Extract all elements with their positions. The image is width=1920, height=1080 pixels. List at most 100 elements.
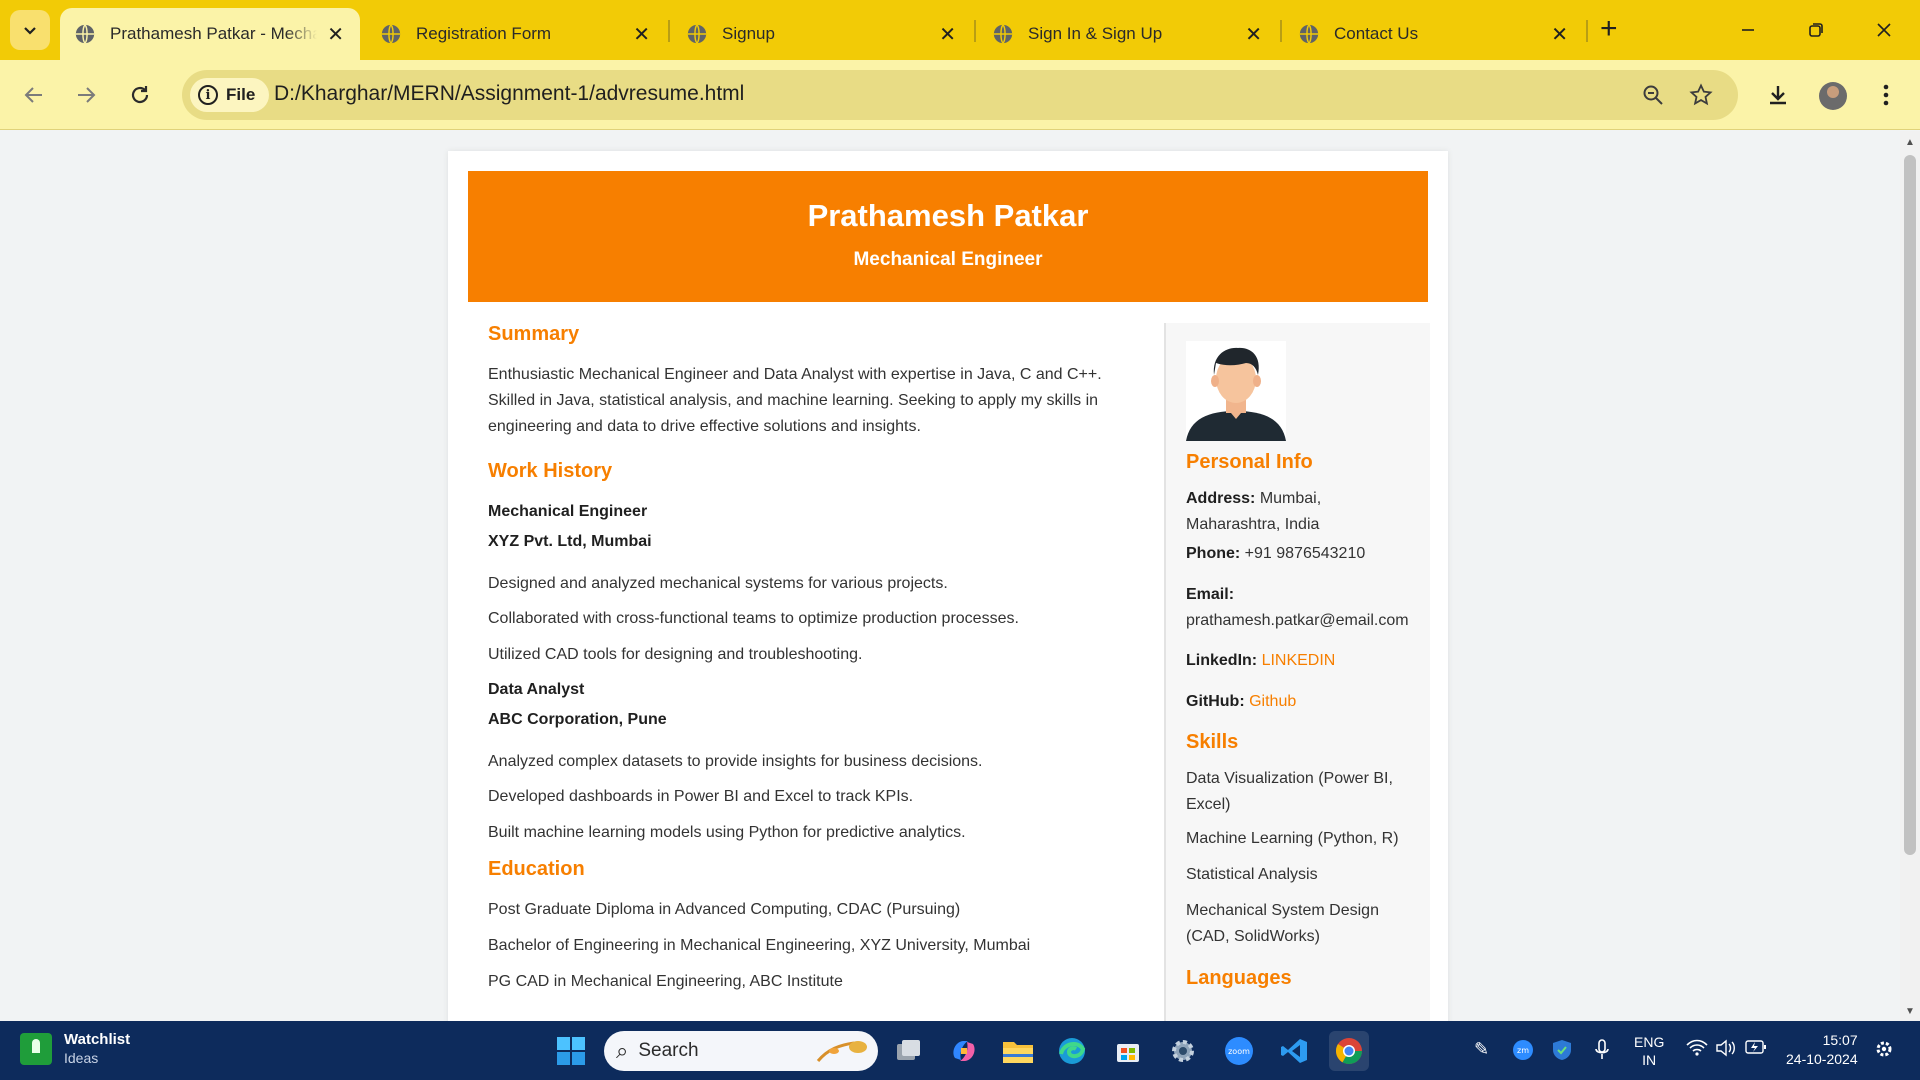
watchlist-widget[interactable]: Watchlist Ideas	[20, 1031, 130, 1066]
tab-signup[interactable]: Signup ✕	[672, 8, 972, 60]
email-value: prathamesh.patkar@email.com	[1186, 612, 1409, 629]
bing-highlight-icon	[816, 1041, 867, 1062]
pen-icon[interactable]: ✎	[1474, 1039, 1489, 1060]
zoom-app-button[interactable]: zoom	[1219, 1031, 1259, 1071]
gear-icon	[1172, 1040, 1194, 1062]
chevron-down-icon	[24, 27, 36, 35]
star-icon	[1689, 83, 1713, 106]
address-line: Address: Mumbai, Maharashtra, India	[1186, 486, 1418, 538]
widget-subtitle: Ideas	[64, 1050, 99, 1066]
list-item: Developed dashboards in Power BI and Exc…	[488, 788, 914, 805]
scrollbar-thumb[interactable]	[1904, 155, 1916, 855]
globe-icon	[687, 24, 707, 44]
new-tab-button[interactable]: +	[1600, 14, 1618, 44]
resume-header: Prathamesh Patkar Mechanical Engineer	[468, 171, 1428, 302]
taskbar-search[interactable]: ⌕ Search	[604, 1031, 878, 1071]
tab-separator	[1280, 20, 1282, 42]
list-item: Statistical Analysis	[1186, 866, 1318, 883]
zoom-tray-icon[interactable]: zm	[1512, 1039, 1534, 1066]
battery-icon[interactable]	[1745, 1039, 1767, 1060]
globe-icon	[75, 24, 95, 44]
tab-separator	[668, 20, 670, 42]
address-label: Address:	[1186, 490, 1256, 507]
tab-title: Sign In & Sign Up	[1028, 24, 1163, 43]
zoom-icon[interactable]	[1638, 80, 1668, 110]
store-button[interactable]	[1108, 1031, 1148, 1071]
watchlist-icon	[20, 1032, 52, 1065]
list-item: Built machine learning models using Pyth…	[488, 824, 966, 841]
linkedin-line: LinkedIn: LINKEDIN	[1186, 648, 1418, 674]
svg-text:zoom: zoom	[1228, 1047, 1250, 1056]
restore-button[interactable]	[1796, 10, 1836, 50]
file-explorer-button[interactable]	[998, 1031, 1038, 1071]
scroll-up-arrow-icon[interactable]: ▲	[1905, 137, 1915, 148]
job-title: Mechanical Engineer	[488, 503, 648, 520]
tab-title: Registration Form	[416, 24, 552, 43]
zoom-icon: zoom	[1225, 1037, 1253, 1065]
site-info-chip[interactable]: i File	[190, 78, 270, 112]
search-placeholder: Search	[638, 1040, 699, 1061]
tab-title: Contact Us	[1334, 24, 1419, 43]
edge-browser-button[interactable]	[1052, 1031, 1092, 1071]
github-line: GitHub: Github	[1186, 689, 1418, 715]
close-icon[interactable]: ✕	[939, 22, 956, 47]
globe-icon	[993, 24, 1013, 44]
bookmark-star-icon[interactable]	[1686, 80, 1716, 110]
microphone-icon[interactable]	[1594, 1039, 1610, 1066]
copilot-icon	[953, 1041, 975, 1061]
wifi-icon[interactable]	[1686, 1039, 1708, 1062]
globe-icon	[381, 24, 401, 44]
tab-sign-in-sign-up[interactable]: Sign In & Sign Up ✕	[978, 8, 1278, 60]
back-button[interactable]	[14, 75, 54, 115]
close-icon[interactable]: ✕	[327, 22, 344, 47]
search-icon: ⌕	[616, 1038, 629, 1063]
system-clock[interactable]: 15:07 24-10-2024	[1786, 1031, 1858, 1069]
forward-button[interactable]	[66, 75, 106, 115]
tab-search-button[interactable]	[10, 10, 50, 50]
personal-info-heading: Personal Info	[1186, 451, 1313, 473]
tab-contact-us[interactable]: Contact Us ✕	[1284, 8, 1584, 60]
chrome-icon	[1335, 1038, 1363, 1065]
tab-resume[interactable]: Prathamesh Patkar - Mecha ✕	[60, 8, 360, 60]
close-icon[interactable]: ✕	[1551, 22, 1568, 47]
edge-icon	[1059, 1038, 1086, 1064]
vscode-button[interactable]	[1274, 1031, 1314, 1071]
tab-registration-form[interactable]: Registration Form ✕	[366, 8, 666, 60]
vertical-scrollbar[interactable]: ▲ ▼	[1900, 131, 1920, 1021]
reload-button[interactable]	[120, 75, 160, 115]
minimize-button[interactable]	[1728, 10, 1768, 50]
summary-heading: Summary	[488, 323, 580, 345]
close-icon[interactable]: ✕	[1245, 22, 1262, 47]
github-label: GitHub:	[1186, 693, 1245, 710]
linkedin-link[interactable]: LINKEDIN	[1262, 652, 1336, 669]
volume-icon[interactable]	[1716, 1039, 1736, 1062]
menu-button[interactable]	[1866, 75, 1906, 115]
arrow-right-icon	[78, 87, 96, 103]
globe-icon	[1299, 24, 1319, 44]
widget-title: Watchlist	[64, 1031, 131, 1048]
tab-strip: Prathamesh Patkar - Mecha ✕ Registration…	[0, 0, 1920, 60]
phone-value: +91 9876543210	[1244, 545, 1366, 562]
skills-heading: Skills	[1186, 731, 1239, 753]
notification-settings-icon[interactable]	[1874, 1039, 1894, 1064]
copilot-button[interactable]	[944, 1031, 984, 1071]
close-window-button[interactable]	[1864, 10, 1904, 50]
start-button[interactable]	[551, 1031, 591, 1071]
settings-button[interactable]	[1163, 1031, 1203, 1071]
magnifier-minus-icon	[1643, 85, 1663, 105]
scroll-down-arrow-icon[interactable]: ▼	[1905, 1006, 1915, 1017]
download-button[interactable]	[1758, 75, 1798, 115]
security-shield-icon[interactable]	[1552, 1039, 1572, 1066]
profile-avatar[interactable]	[1819, 82, 1847, 110]
browser-toolbar: i File D:/Kharghar/MERN/Assignment-1/adv…	[0, 60, 1920, 130]
linkedin-label: LinkedIn:	[1186, 652, 1258, 669]
languages-heading: Languages	[1186, 967, 1292, 989]
github-link[interactable]: Github	[1249, 693, 1296, 710]
close-icon[interactable]: ✕	[633, 22, 650, 47]
language-indicator[interactable]: ENG IN	[1634, 1033, 1664, 1069]
url-text[interactable]: D:/Kharghar/MERN/Assignment-1/advresume.…	[274, 82, 744, 106]
chrome-button[interactable]	[1329, 1031, 1369, 1071]
address-bar[interactable]: i File D:/Kharghar/MERN/Assignment-1/adv…	[182, 70, 1738, 120]
resume-role: Mechanical Engineer	[853, 249, 1043, 270]
task-view-button[interactable]	[888, 1031, 928, 1071]
